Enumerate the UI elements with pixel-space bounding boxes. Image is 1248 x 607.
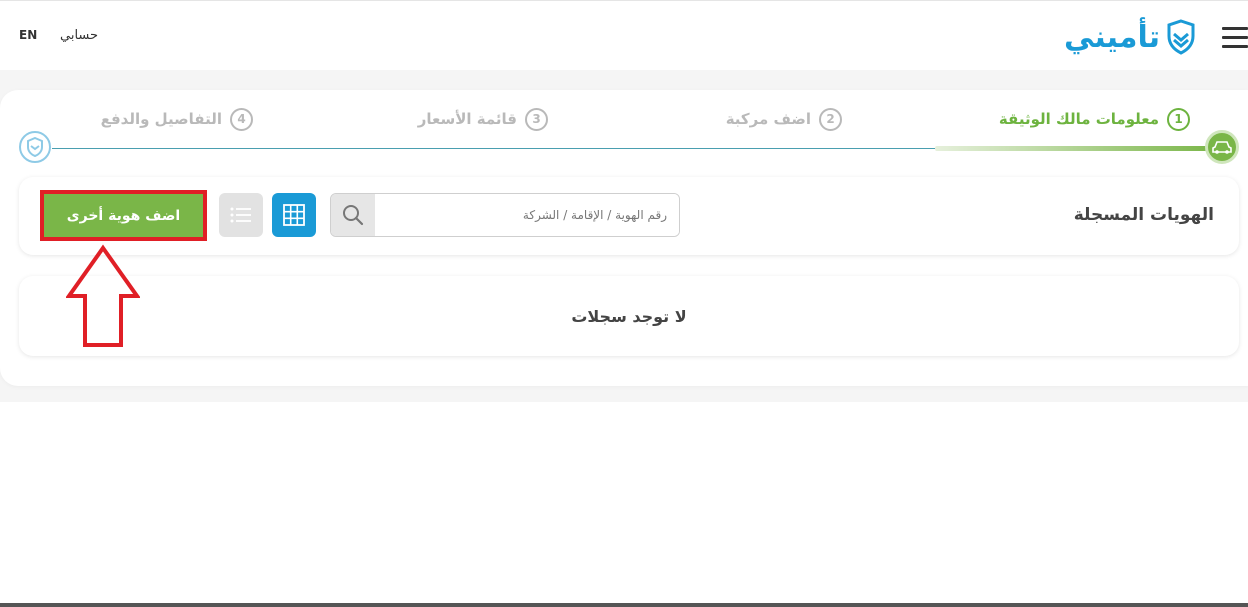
list-icon — [230, 207, 251, 223]
search-input[interactable] — [375, 194, 679, 236]
logo-text: تأميني — [1064, 19, 1160, 55]
brand-logo[interactable]: تأميني — [1064, 15, 1196, 59]
step-details-payment[interactable]: 4 التفاصيل والدفع — [101, 107, 253, 131]
records-list: لا توجد سجلات — [19, 276, 1239, 356]
search-box — [330, 193, 680, 237]
step-number: 3 — [525, 107, 548, 131]
step-label: اضف مركبة — [725, 110, 811, 128]
arrow-up-icon — [66, 244, 140, 347]
grid-icon — [283, 204, 305, 226]
step-owner-info[interactable]: 1 معلومات مالك الوثيقة — [999, 107, 1190, 131]
shield-icon — [27, 137, 43, 157]
car-icon — [1212, 141, 1232, 154]
empty-state-message: لا توجد سجلات — [571, 306, 687, 326]
step-number: 2 — [819, 107, 842, 131]
final-step-marker — [19, 131, 51, 163]
account-link[interactable]: حسابي — [60, 28, 98, 43]
step-label: معلومات مالك الوثيقة — [998, 110, 1159, 128]
identities-toolbar: الهويات المسجلة اضف هوية أخرى — [19, 177, 1239, 255]
list-view-button[interactable] — [219, 193, 263, 237]
grid-view-button[interactable] — [272, 193, 316, 237]
step-label: التفاصيل والدفع — [100, 110, 222, 128]
step-label: قائمة الأسعار — [417, 110, 517, 128]
language-toggle[interactable]: EN — [19, 28, 37, 42]
progress-fill — [935, 146, 1215, 151]
hamburger-icon[interactable] — [1222, 27, 1248, 49]
step-price-list[interactable]: 3 قائمة الأسعار — [418, 107, 548, 131]
bottom-border — [0, 603, 1248, 607]
search-icon — [343, 205, 364, 226]
shield-logo-icon — [1167, 19, 1195, 55]
section-title: الهويات المسجلة — [1073, 205, 1214, 225]
step-number: 1 — [1167, 107, 1190, 131]
search-button[interactable] — [331, 194, 375, 236]
step-add-vehicle[interactable]: 2 اضف مركبة — [726, 107, 842, 131]
top-header: تأميني حسابي EN — [0, 0, 1248, 70]
step-number: 4 — [230, 107, 253, 131]
current-step-marker — [1205, 130, 1239, 164]
add-identity-button[interactable]: اضف هوية أخرى — [40, 190, 207, 241]
